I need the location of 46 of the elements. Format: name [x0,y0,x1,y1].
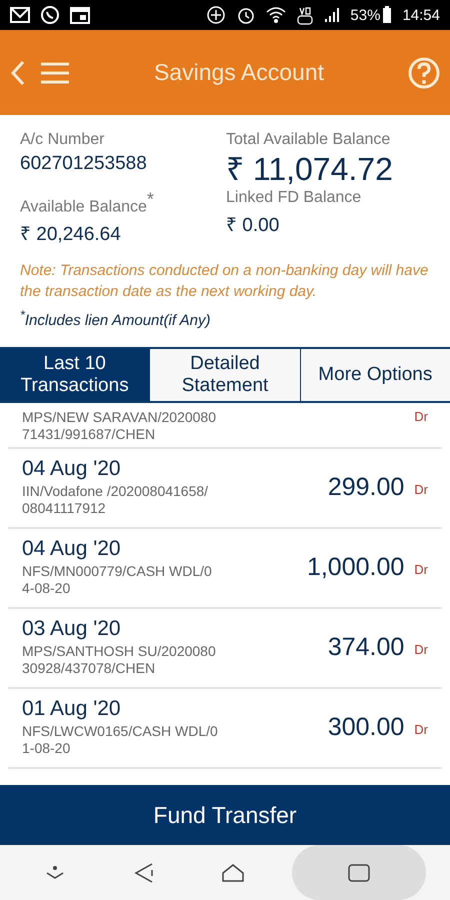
transaction-date: 04 Aug '20 [22,457,122,482]
transaction-amount: 299.00 [328,473,404,502]
battery-percentage: 53% [350,6,380,24]
tab[interactable]: Detailed Statement [149,349,300,402]
volte-icon [296,5,314,25]
note-text: Note: Transactions conducted on a non-banking day will have the transaction date as the next working day. [20,261,430,302]
transaction-date: 01 Aug '20 [22,697,122,722]
back-icon[interactable] [134,862,154,884]
balance-amount: ₹ 20,246.64 [20,223,122,246]
field-label: Linked FD Balance [226,189,362,207]
transaction-description: MPS/SANTHOSH SU/2020080 30928/437078/CHEN [22,643,217,678]
fund-transfer-button[interactable]: Fund Transfer [0,785,450,845]
home-icon[interactable] [220,862,244,882]
balance-amount: ₹ 0.00 [226,214,280,237]
transaction-description: NFS/LWCW0165/CASH WDL/0 1-08-20 [22,723,219,758]
debit-label: Dr [414,409,428,424]
screen-title: Savings Account [152,59,326,86]
tab[interactable]: More Options [300,349,450,402]
account-number: 602701253588 [20,153,148,175]
field-label: A/c Number [20,131,106,149]
calendar-icon [70,6,90,24]
footnote-text: $^{*}$Includes lien Amount(if Any) [20,308,212,330]
chat-icon [40,5,60,25]
recents-icon[interactable] [348,864,370,882]
chevron-down-icon[interactable] [44,865,64,880]
transaction-date: 04 Aug '20 [22,537,122,562]
transaction-description: IIN/Vodafone /202008041658/ 08041117912 [22,483,210,518]
status-time: 14:54 [402,6,440,24]
transaction-description: NFS/MN000779/CASH WDL/0 4-08-20 [22,563,213,598]
debit-label: Dr [414,482,428,498]
mail-icon [10,7,30,23]
transaction-amount: 374.00 [328,633,404,662]
transaction-amount: 1,000.00 [306,553,404,582]
field-label: Total Available Balance [226,131,392,149]
wifi-icon [266,6,286,24]
add-circle-icon [206,5,226,25]
battery-icon [382,6,392,24]
tab[interactable]: Last 10 Transactions [0,349,150,402]
debit-label: Dr [414,642,428,658]
debit-label: Dr [414,722,428,738]
signal-icon [324,7,340,23]
transaction-date: 03 Aug '20 [22,617,122,642]
transaction-description: MPS/NEW SARAVAN/2020080 71431/991687/CHEN [22,409,218,444]
total-balance: ₹ 11,074.72 [226,153,394,185]
debit-label: Dr [414,562,428,578]
transaction-amount: 300.00 [328,713,404,742]
